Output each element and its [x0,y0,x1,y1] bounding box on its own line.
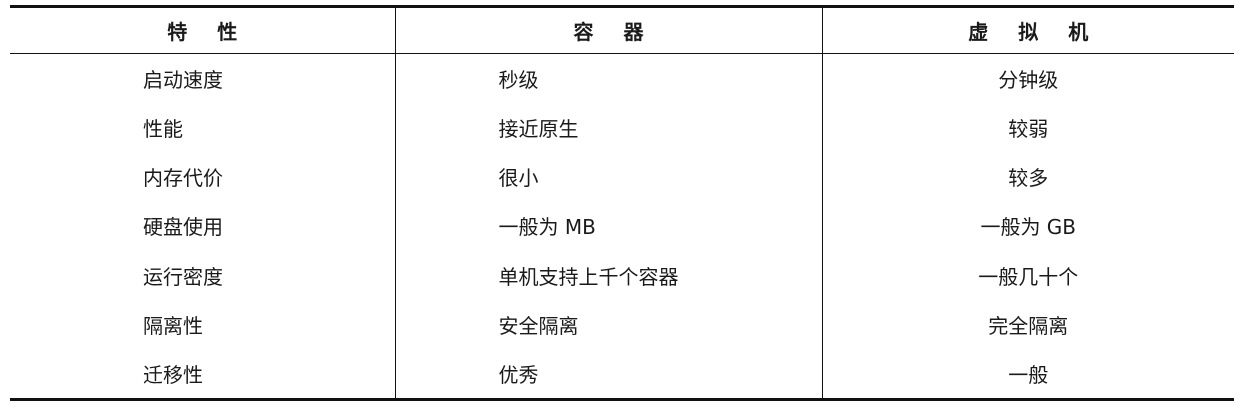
cell-characteristic: 隔离性 [143,313,203,338]
header-container: 容器 [394,6,822,54]
table-row: 迁移性 优秀 一般 [10,348,1234,400]
table-row: 启动速度 秒级 分钟级 [10,53,1234,104]
table-row: 硬盘使用 一般为 MB 一般为 GB [10,201,1234,251]
cell-container: 优秀 [394,348,822,400]
cell-characteristic: 性能 [143,117,183,142]
cell-characteristic: 运行密度 [143,264,223,289]
cell-virtual-machine: 较多 [821,152,1234,202]
cell-characteristic: 内存代价 [143,166,223,191]
table-row: 运行密度 单机支持上千个容器 一般几十个 [10,250,1234,300]
table-row: 性能 接近原生 较弱 [10,103,1234,153]
cell-virtual-machine: 一般 [821,348,1234,400]
table-row: 内存代价 很小 较多 [10,152,1234,202]
cell-virtual-machine: 分钟级 [821,53,1234,104]
cell-container: 秒级 [394,53,822,104]
cell-container: 单机支持上千个容器 [394,250,822,300]
cell-container: 接近原生 [394,103,822,153]
cell-characteristic: 硬盘使用 [143,215,223,240]
cell-container: 很小 [394,152,822,202]
cell-container: 安全隔离 [394,299,822,349]
cell-virtual-machine: 较弱 [821,103,1234,153]
table-row: 隔离性 安全隔离 完全隔离 [10,299,1234,349]
cell-virtual-machine: 一般几十个 [821,250,1234,300]
cell-virtual-machine: 完全隔离 [821,299,1234,349]
table-header-row: 特性 容器 虚拟机 [10,6,1234,54]
cell-container: 一般为 MB [394,201,822,251]
cell-characteristic: 迁移性 [143,362,203,387]
header-virtual-machine: 虚拟机 [821,6,1234,54]
cell-virtual-machine: 一般为 GB [821,201,1234,251]
cell-characteristic: 启动速度 [143,68,223,93]
comparison-table-container: 特性 容器 虚拟机 启动速度 秒级 分钟级 性能 接近原生 较弱 内存代价 很小… [10,5,1234,401]
header-characteristic: 特性 [10,6,395,54]
comparison-table: 特性 容器 虚拟机 启动速度 秒级 分钟级 性能 接近原生 较弱 内存代价 很小… [10,5,1234,401]
